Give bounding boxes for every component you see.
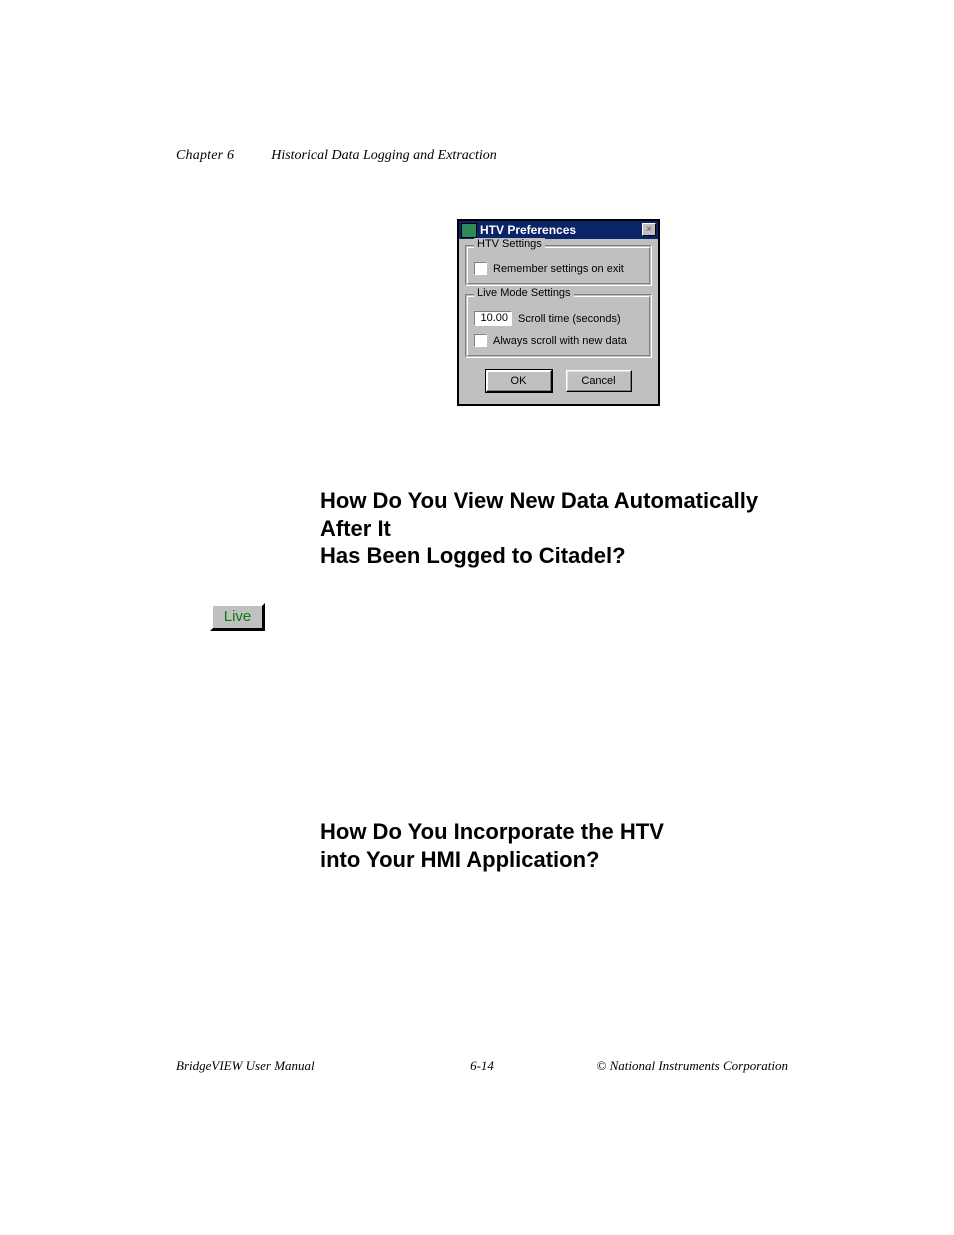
dialog-titlebar[interactable]: HTV Preferences × [459, 221, 658, 239]
live-mode-settings-group: Live Mode Settings 10.00 Scroll time (se… [465, 294, 652, 358]
remember-settings-checkbox[interactable] [474, 262, 487, 275]
heading-line: How Do You Incorporate the HTV [320, 819, 664, 844]
ok-button[interactable]: OK [486, 370, 552, 392]
always-scroll-checkbox[interactable] [474, 334, 487, 347]
section-heading-1: How Do You View New Data Automatically A… [320, 487, 790, 570]
close-icon[interactable]: × [642, 223, 656, 236]
page-footer: BridgeVIEW User Manual 6-14 © National I… [176, 1058, 788, 1074]
live-button[interactable]: Live [210, 603, 265, 631]
scroll-time-label: Scroll time (seconds) [518, 313, 621, 325]
app-icon [461, 223, 477, 238]
htv-preferences-dialog: HTV Preferences × HTV Settings Remember … [457, 219, 660, 406]
chapter-label: Chapter 6 [176, 148, 234, 163]
page-header: Chapter 6 Historical Data Logging and Ex… [176, 148, 497, 164]
heading-line: Has Been Logged to Citadel? [320, 543, 626, 568]
heading-line: into Your HMI Application? [320, 847, 599, 872]
heading-line: How Do You View New Data Automatically A… [320, 488, 758, 541]
group-label: Live Mode Settings [474, 287, 574, 299]
always-scroll-label: Always scroll with new data [493, 335, 627, 347]
group-label: HTV Settings [474, 238, 545, 250]
scroll-time-input[interactable]: 10.00 [474, 311, 512, 326]
remember-settings-label: Remember settings on exit [493, 263, 624, 275]
htv-settings-group: HTV Settings Remember settings on exit [465, 245, 652, 286]
cancel-button[interactable]: Cancel [566, 370, 632, 392]
section-heading-2: How Do You Incorporate the HTV into Your… [320, 818, 790, 873]
chapter-title: Historical Data Logging and Extraction [271, 148, 497, 163]
dialog-title: HTV Preferences [480, 223, 576, 237]
footer-center: 6-14 [176, 1058, 788, 1074]
